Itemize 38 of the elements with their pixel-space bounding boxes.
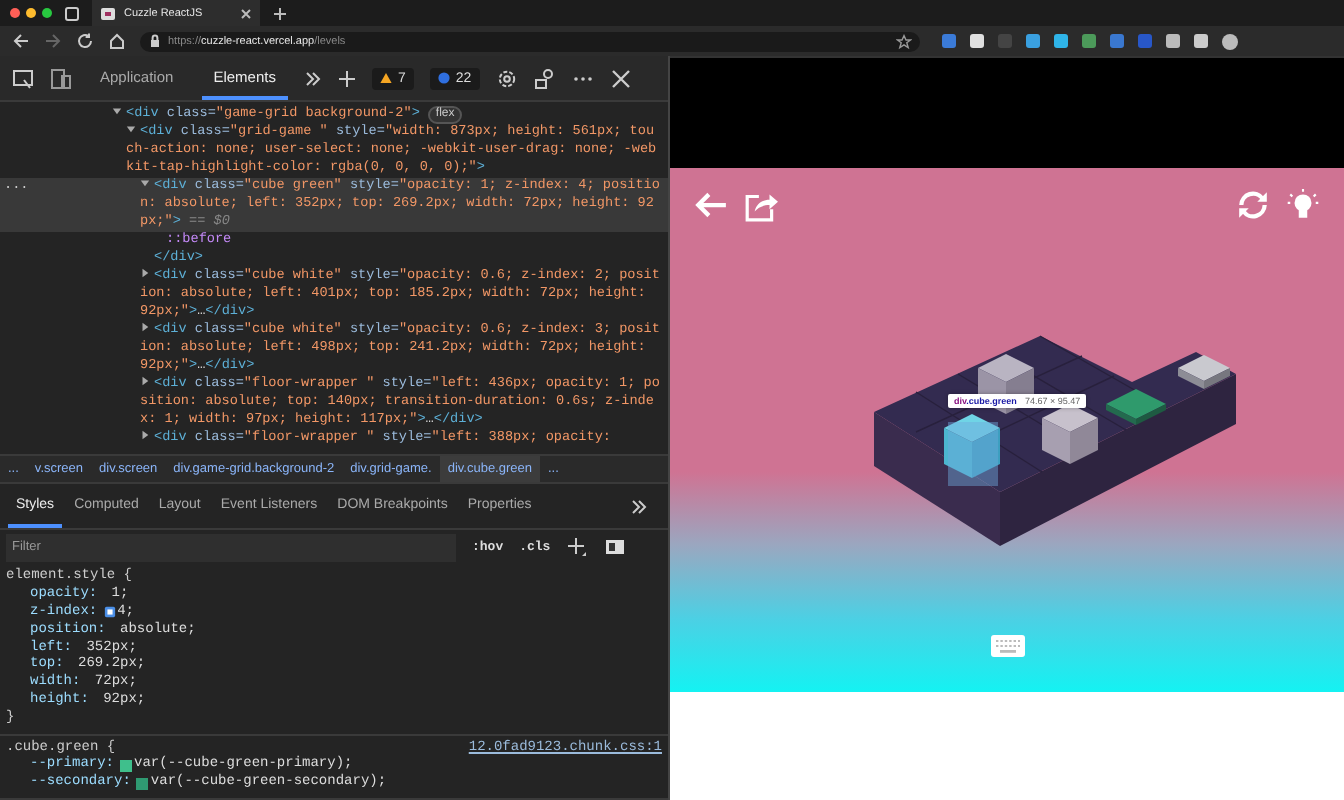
favorite-icon[interactable] <box>896 33 912 49</box>
expand-arrow-icon[interactable] <box>140 178 150 188</box>
stacking-context-icon[interactable] <box>103 606 116 619</box>
expand-arrow-icon[interactable] <box>140 430 150 440</box>
back-arrow-icon[interactable] <box>694 188 728 222</box>
forward-icon[interactable] <box>44 32 62 50</box>
lightbulb-icon[interactable] <box>1286 188 1320 222</box>
warning-icon <box>379 72 392 84</box>
reload-icon[interactable] <box>76 32 94 50</box>
tab-actions-icon[interactable] <box>64 5 80 21</box>
settings-icon[interactable] <box>495 67 518 89</box>
color-swatch[interactable] <box>136 777 149 790</box>
maximize-window-icon[interactable] <box>42 8 52 18</box>
more-tabs-icon[interactable] <box>630 497 648 515</box>
minimize-window-icon[interactable] <box>26 8 36 18</box>
more-tabs-icon[interactable] <box>303 69 322 87</box>
color-swatch[interactable] <box>120 759 133 772</box>
new-rule-icon[interactable] <box>566 536 589 559</box>
expand-arrow-icon[interactable] <box>140 268 150 278</box>
error-icon <box>437 72 450 84</box>
element-highlight <box>948 422 998 486</box>
add-tab-icon[interactable] <box>337 69 356 87</box>
refresh-icon[interactable] <box>1236 188 1270 222</box>
favicon-icon <box>100 5 116 21</box>
close-window-icon[interactable] <box>10 8 20 18</box>
connection-icon[interactable] <box>533 67 556 89</box>
back-icon[interactable] <box>12 32 30 50</box>
new-tab-icon[interactable] <box>272 5 288 21</box>
expand-arrow-icon[interactable] <box>140 322 150 332</box>
device-toolbar-icon[interactable] <box>50 67 72 89</box>
inspect-icon[interactable] <box>12 67 34 89</box>
expand-arrow-icon[interactable] <box>140 376 150 386</box>
home-icon[interactable] <box>108 32 126 50</box>
close-icon[interactable] <box>240 7 252 19</box>
lock-icon <box>148 34 162 48</box>
close-icon[interactable] <box>609 67 632 89</box>
sidebar-toggle-icon[interactable] <box>604 536 627 559</box>
profile-avatar[interactable] <box>1222 33 1238 49</box>
